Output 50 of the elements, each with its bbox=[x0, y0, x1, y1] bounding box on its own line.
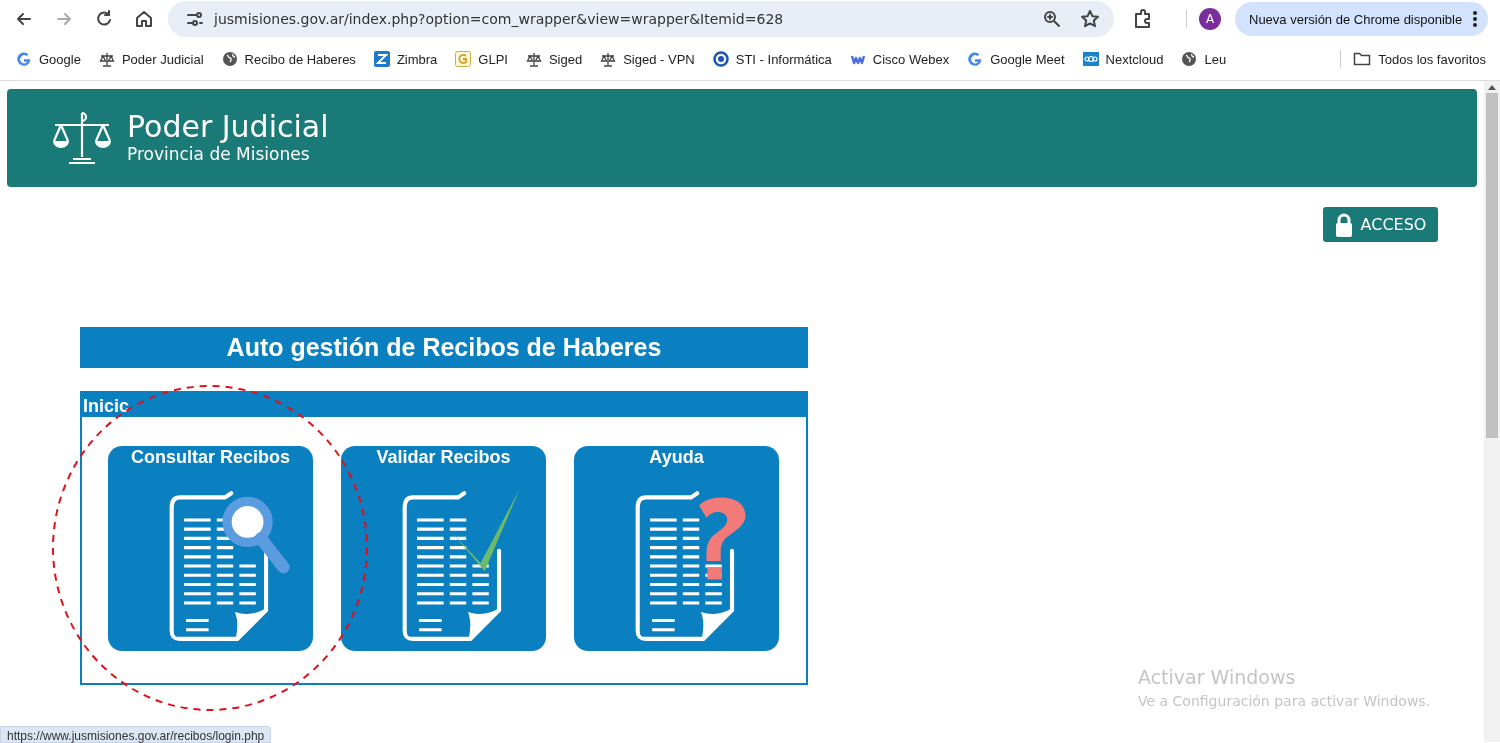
cloud-logo-icon bbox=[1082, 51, 1099, 67]
scales-icon bbox=[600, 51, 617, 67]
profile-avatar[interactable]: A bbox=[1199, 8, 1221, 30]
scrollbar[interactable] bbox=[1484, 81, 1500, 742]
bookmark-link[interactable]: Nextcloud bbox=[1082, 51, 1164, 67]
status-url-tooltip: https://www.jusmisiones.gov.ar/recibos/login.php bbox=[0, 726, 272, 743]
bookmark-link[interactable]: Poder Judicial bbox=[98, 51, 204, 67]
home-icon[interactable] bbox=[134, 9, 154, 29]
bookmark-link[interactable]: Siged bbox=[525, 51, 583, 67]
bookmark-link[interactable]: Google bbox=[16, 51, 81, 67]
reload-icon[interactable] bbox=[94, 9, 114, 29]
g-logo-icon bbox=[967, 51, 984, 67]
letter-g-icon bbox=[455, 51, 472, 67]
globe-icon bbox=[1181, 51, 1198, 67]
activation-title: Activar Windows bbox=[1138, 665, 1297, 690]
lock-icon bbox=[1334, 211, 1353, 238]
access-button[interactable]: ACCESO bbox=[1323, 207, 1438, 242]
bookmark-link[interactable]: Google Meet bbox=[967, 51, 1065, 67]
bookmark-link[interactable]: Siged - VPN bbox=[600, 51, 695, 67]
scales-icon bbox=[98, 51, 115, 67]
g-logo-icon bbox=[16, 51, 32, 67]
tile-button[interactable]: Validar Recibos bbox=[341, 446, 546, 651]
scales-logo-icon bbox=[51, 109, 113, 167]
bookmark-link[interactable]: Cisco Webex bbox=[849, 51, 950, 67]
page-title: Auto gestión de Recibos de Haberes bbox=[80, 327, 808, 368]
site-title: Poder Judicial bbox=[127, 111, 329, 143]
bookmark-link[interactable]: GLPI bbox=[455, 51, 508, 67]
star-icon[interactable] bbox=[1080, 9, 1100, 29]
site-subtitle: Provincia de Misiones bbox=[127, 143, 311, 165]
folder-icon bbox=[1353, 51, 1372, 67]
letter-z-icon bbox=[373, 51, 390, 67]
bookmark-link[interactable]: Leu bbox=[1181, 51, 1227, 67]
bookmark-folder[interactable]: Todos los favoritos bbox=[1353, 51, 1486, 67]
tile-button[interactable]: Ayuda bbox=[574, 446, 779, 651]
update-button[interactable]: Nueva versión de Chrome disponible bbox=[1235, 2, 1489, 36]
scales-icon bbox=[525, 51, 542, 67]
scroll-up-icon[interactable] bbox=[1488, 84, 1496, 90]
bookmark-link[interactable]: Recibo de Haberes bbox=[221, 51, 356, 67]
site-settings-icon[interactable] bbox=[186, 10, 204, 28]
ring-icon bbox=[712, 51, 729, 67]
activation-text: Ve a Configuración para activar Windows. bbox=[1138, 692, 1431, 711]
panel-header: Inicic bbox=[82, 393, 806, 417]
zoom-icon[interactable] bbox=[1042, 9, 1062, 29]
globe-icon bbox=[221, 51, 238, 67]
bookmark-link[interactable]: STI - Informática bbox=[712, 51, 832, 67]
more-icon[interactable] bbox=[1472, 10, 1479, 28]
address-bar[interactable]: jusmisiones.gov.ar/index.php?option=com_wrapper&view=wrapper&Itemid=628 bbox=[168, 1, 1114, 37]
url-text: jusmisiones.gov.ar/index.php?option=com_wrapper&view=wrapper&Itemid=628 bbox=[214, 11, 784, 27]
tile-button[interactable]: Consultar Recibos bbox=[108, 446, 313, 651]
bookmark-link[interactable]: Zimbra bbox=[373, 51, 438, 67]
